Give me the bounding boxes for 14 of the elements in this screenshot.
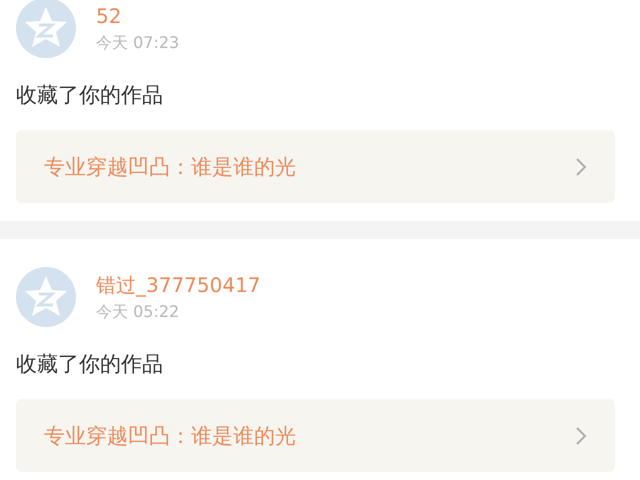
timestamp: 今天 07:23 [96,33,180,53]
avatar-icon [16,0,76,58]
work-card[interactable]: 专业穿越凹凸：谁是谁的光 [16,130,615,203]
work-title: 专业穿越凹凸：谁是谁的光 [44,422,296,450]
work-card[interactable]: 专业穿越凹凸：谁是谁的光 [16,399,615,472]
action-text: 收藏了你的作品 [16,351,164,378]
user-name[interactable]: 52 [96,3,180,29]
work-title: 专业穿越凹凸：谁是谁的光 [44,154,296,180]
avatar-icon [16,267,76,327]
chevron-right-icon [575,426,587,446]
action-text: 收藏了你的作品 [16,82,164,109]
user-name[interactable]: 错过_377750417 [96,272,261,298]
timestamp: 今天 05:22 [96,302,180,322]
chevron-right-icon [575,156,587,176]
